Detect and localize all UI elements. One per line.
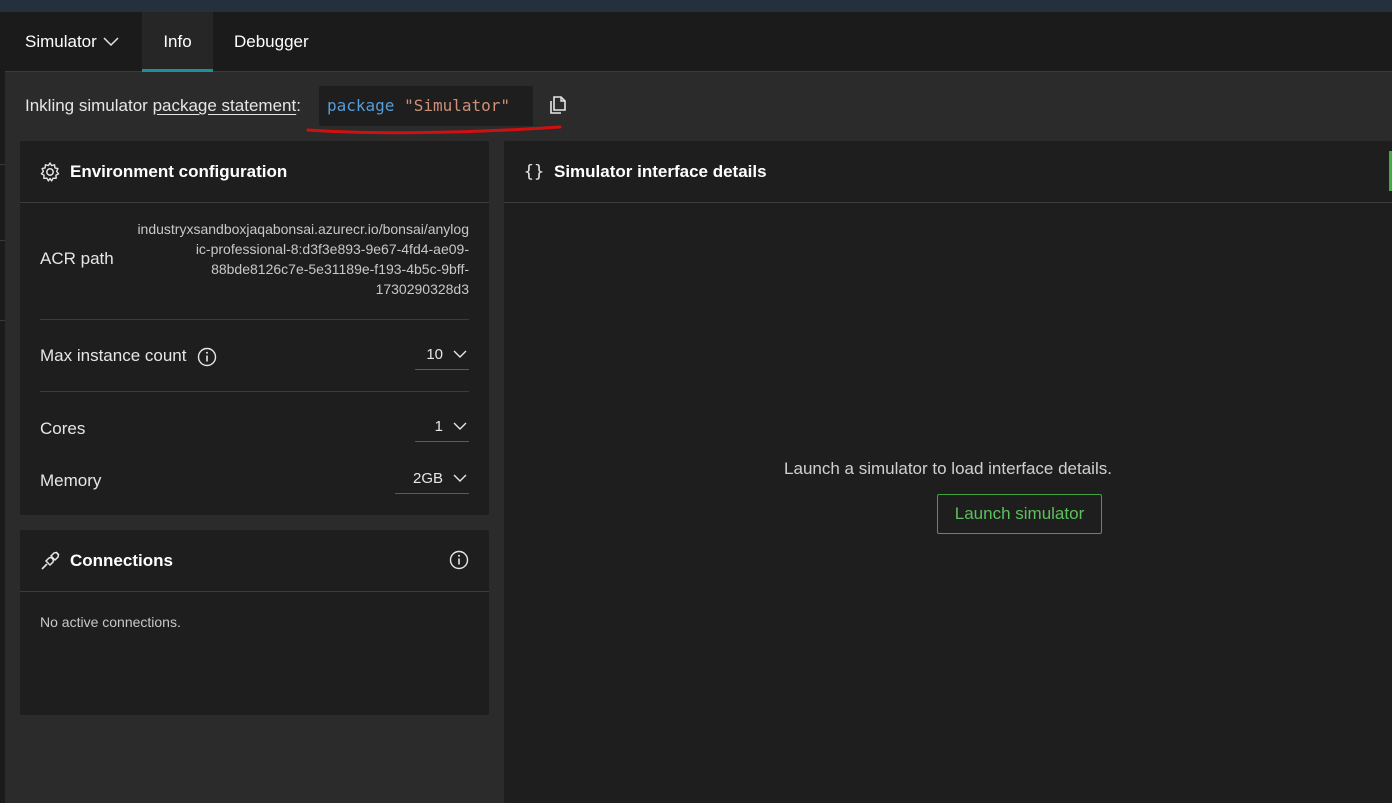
memory-dropdown[interactable]: 2GB — [395, 464, 469, 494]
chevron-down-icon — [103, 36, 119, 47]
connections-header: Connections — [20, 530, 489, 592]
chevron-down-icon — [453, 422, 467, 431]
copy-icon[interactable] — [548, 94, 570, 116]
tab-debugger-label: Debugger — [234, 31, 309, 51]
max-instance-label: Max instance count — [40, 346, 187, 365]
tab-simulator-dropdown[interactable]: Simulator — [5, 12, 141, 71]
no-connections-text: No active connections. — [40, 614, 181, 630]
chevron-down-icon — [453, 350, 467, 359]
package-statement-label: Inkling simulator package statement: — [25, 96, 301, 116]
connections-card: Connections No active connections. — [20, 530, 489, 715]
acr-path-label: ACR path — [40, 249, 114, 268]
code-keyword: package — [327, 96, 395, 115]
environment-configuration-title: Environment configuration — [70, 161, 288, 181]
braces-icon: {} — [523, 161, 545, 182]
package-suffix-text: : — [296, 96, 301, 115]
divider — [40, 319, 469, 320]
code-string: "Simulator" — [404, 96, 511, 115]
tab-bar: Simulator Info Debugger — [5, 12, 1392, 72]
cores-row: Cores — [40, 417, 469, 447]
package-statement-link[interactable]: package statement — [153, 96, 297, 115]
memory-value: 2GB — [412, 470, 443, 487]
memory-label: Memory — [40, 471, 102, 490]
acr-path-row: ACR path industryxsandboxjaqabonsai.azur… — [40, 219, 469, 301]
cores-dropdown[interactable]: 1 — [415, 412, 469, 442]
tab-info-label: Info — [163, 31, 192, 51]
package-code-snippet: package "Simulator" — [319, 86, 533, 126]
window-top-strip — [0, 0, 1392, 12]
divider — [40, 391, 469, 392]
max-instance-dropdown[interactable]: 10 — [415, 340, 469, 370]
connections-title: Connections — [70, 550, 173, 570]
simulator-interface-card: {} Simulator interface details Launch a … — [504, 141, 1392, 803]
acr-path-line: 1730290328d3 — [375, 281, 469, 297]
acr-path-line: industryxsandboxjaqabonsai.azurecr.io/bo… — [137, 221, 469, 237]
info-icon[interactable] — [449, 550, 469, 570]
max-instance-value: 10 — [426, 346, 443, 363]
simulator-interface-title: Simulator interface details — [554, 161, 767, 181]
tab-info[interactable]: Info — [142, 12, 213, 72]
chevron-down-icon — [453, 474, 467, 483]
cores-value: 1 — [434, 418, 443, 435]
environment-configuration-card: Environment configuration ACR path indus… — [20, 141, 489, 515]
launch-simulator-button[interactable]: Launch simulator — [937, 494, 1102, 534]
max-instance-label-group: Max instance count — [40, 346, 217, 367]
acr-path-line: 88bde8126c7e-5e31189e-f193-4b5c-9bff- — [211, 261, 469, 277]
tab-debugger[interactable]: Debugger — [213, 12, 333, 71]
acr-path-value: industryxsandboxjaqabonsai.azurecr.io/bo… — [109, 219, 469, 299]
acr-path-line: ic-professional-8:d3f3e893-9e67-4fd4-ae0… — [195, 241, 469, 257]
plug-icon — [39, 550, 61, 572]
tab-simulator-label: Simulator — [25, 31, 97, 51]
info-icon[interactable] — [197, 347, 217, 367]
simulator-interface-header: {} Simulator interface details — [504, 141, 1392, 203]
max-instance-row: Max instance count — [40, 341, 469, 371]
interface-empty-message: Launch a simulator to load interface det… — [784, 459, 1112, 478]
package-statement-row: Inkling simulator package statement: pac… — [5, 72, 1392, 140]
annotation-underline — [306, 125, 562, 135]
gear-icon — [39, 161, 61, 183]
cores-label: Cores — [40, 419, 86, 438]
environment-configuration-header: Environment configuration — [20, 141, 489, 203]
package-prefix-text: Inkling simulator — [25, 96, 153, 115]
